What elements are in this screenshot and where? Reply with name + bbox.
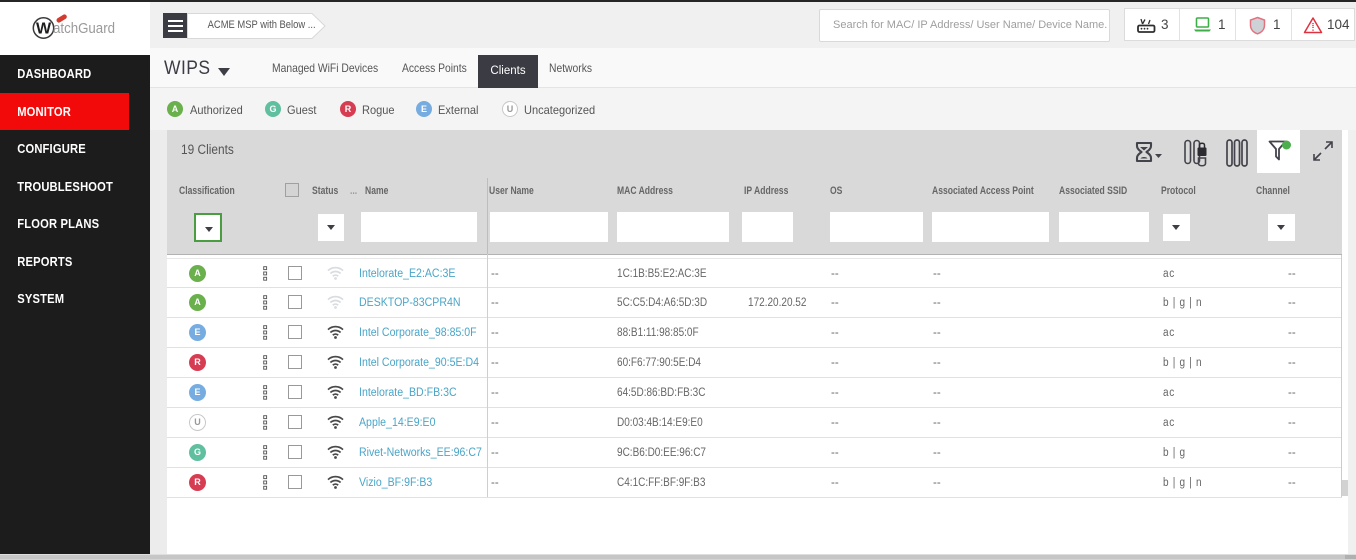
svg-text:W: W bbox=[36, 21, 52, 38]
svg-text:atchGuard: atchGuard bbox=[53, 20, 115, 37]
